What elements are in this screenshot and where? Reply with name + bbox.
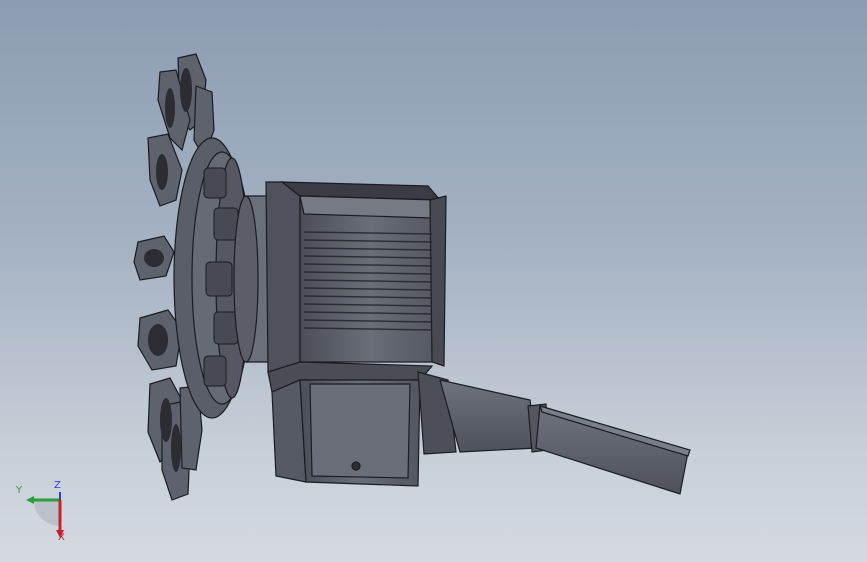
x-axis-label: X: [58, 532, 65, 543]
y-axis-label: Y: [16, 485, 23, 496]
gearbox-block: [267, 361, 434, 487]
z-axis-label: Z: [54, 480, 61, 491]
coordinate-triad[interactable]: Y Z X: [14, 478, 78, 548]
cad-model[interactable]: [0, 0, 867, 562]
motor-body: [265, 181, 447, 373]
graphics-viewport[interactable]: Y Z X: [0, 0, 867, 562]
triad-graphic: [26, 492, 64, 538]
swing-arm: [417, 371, 691, 495]
